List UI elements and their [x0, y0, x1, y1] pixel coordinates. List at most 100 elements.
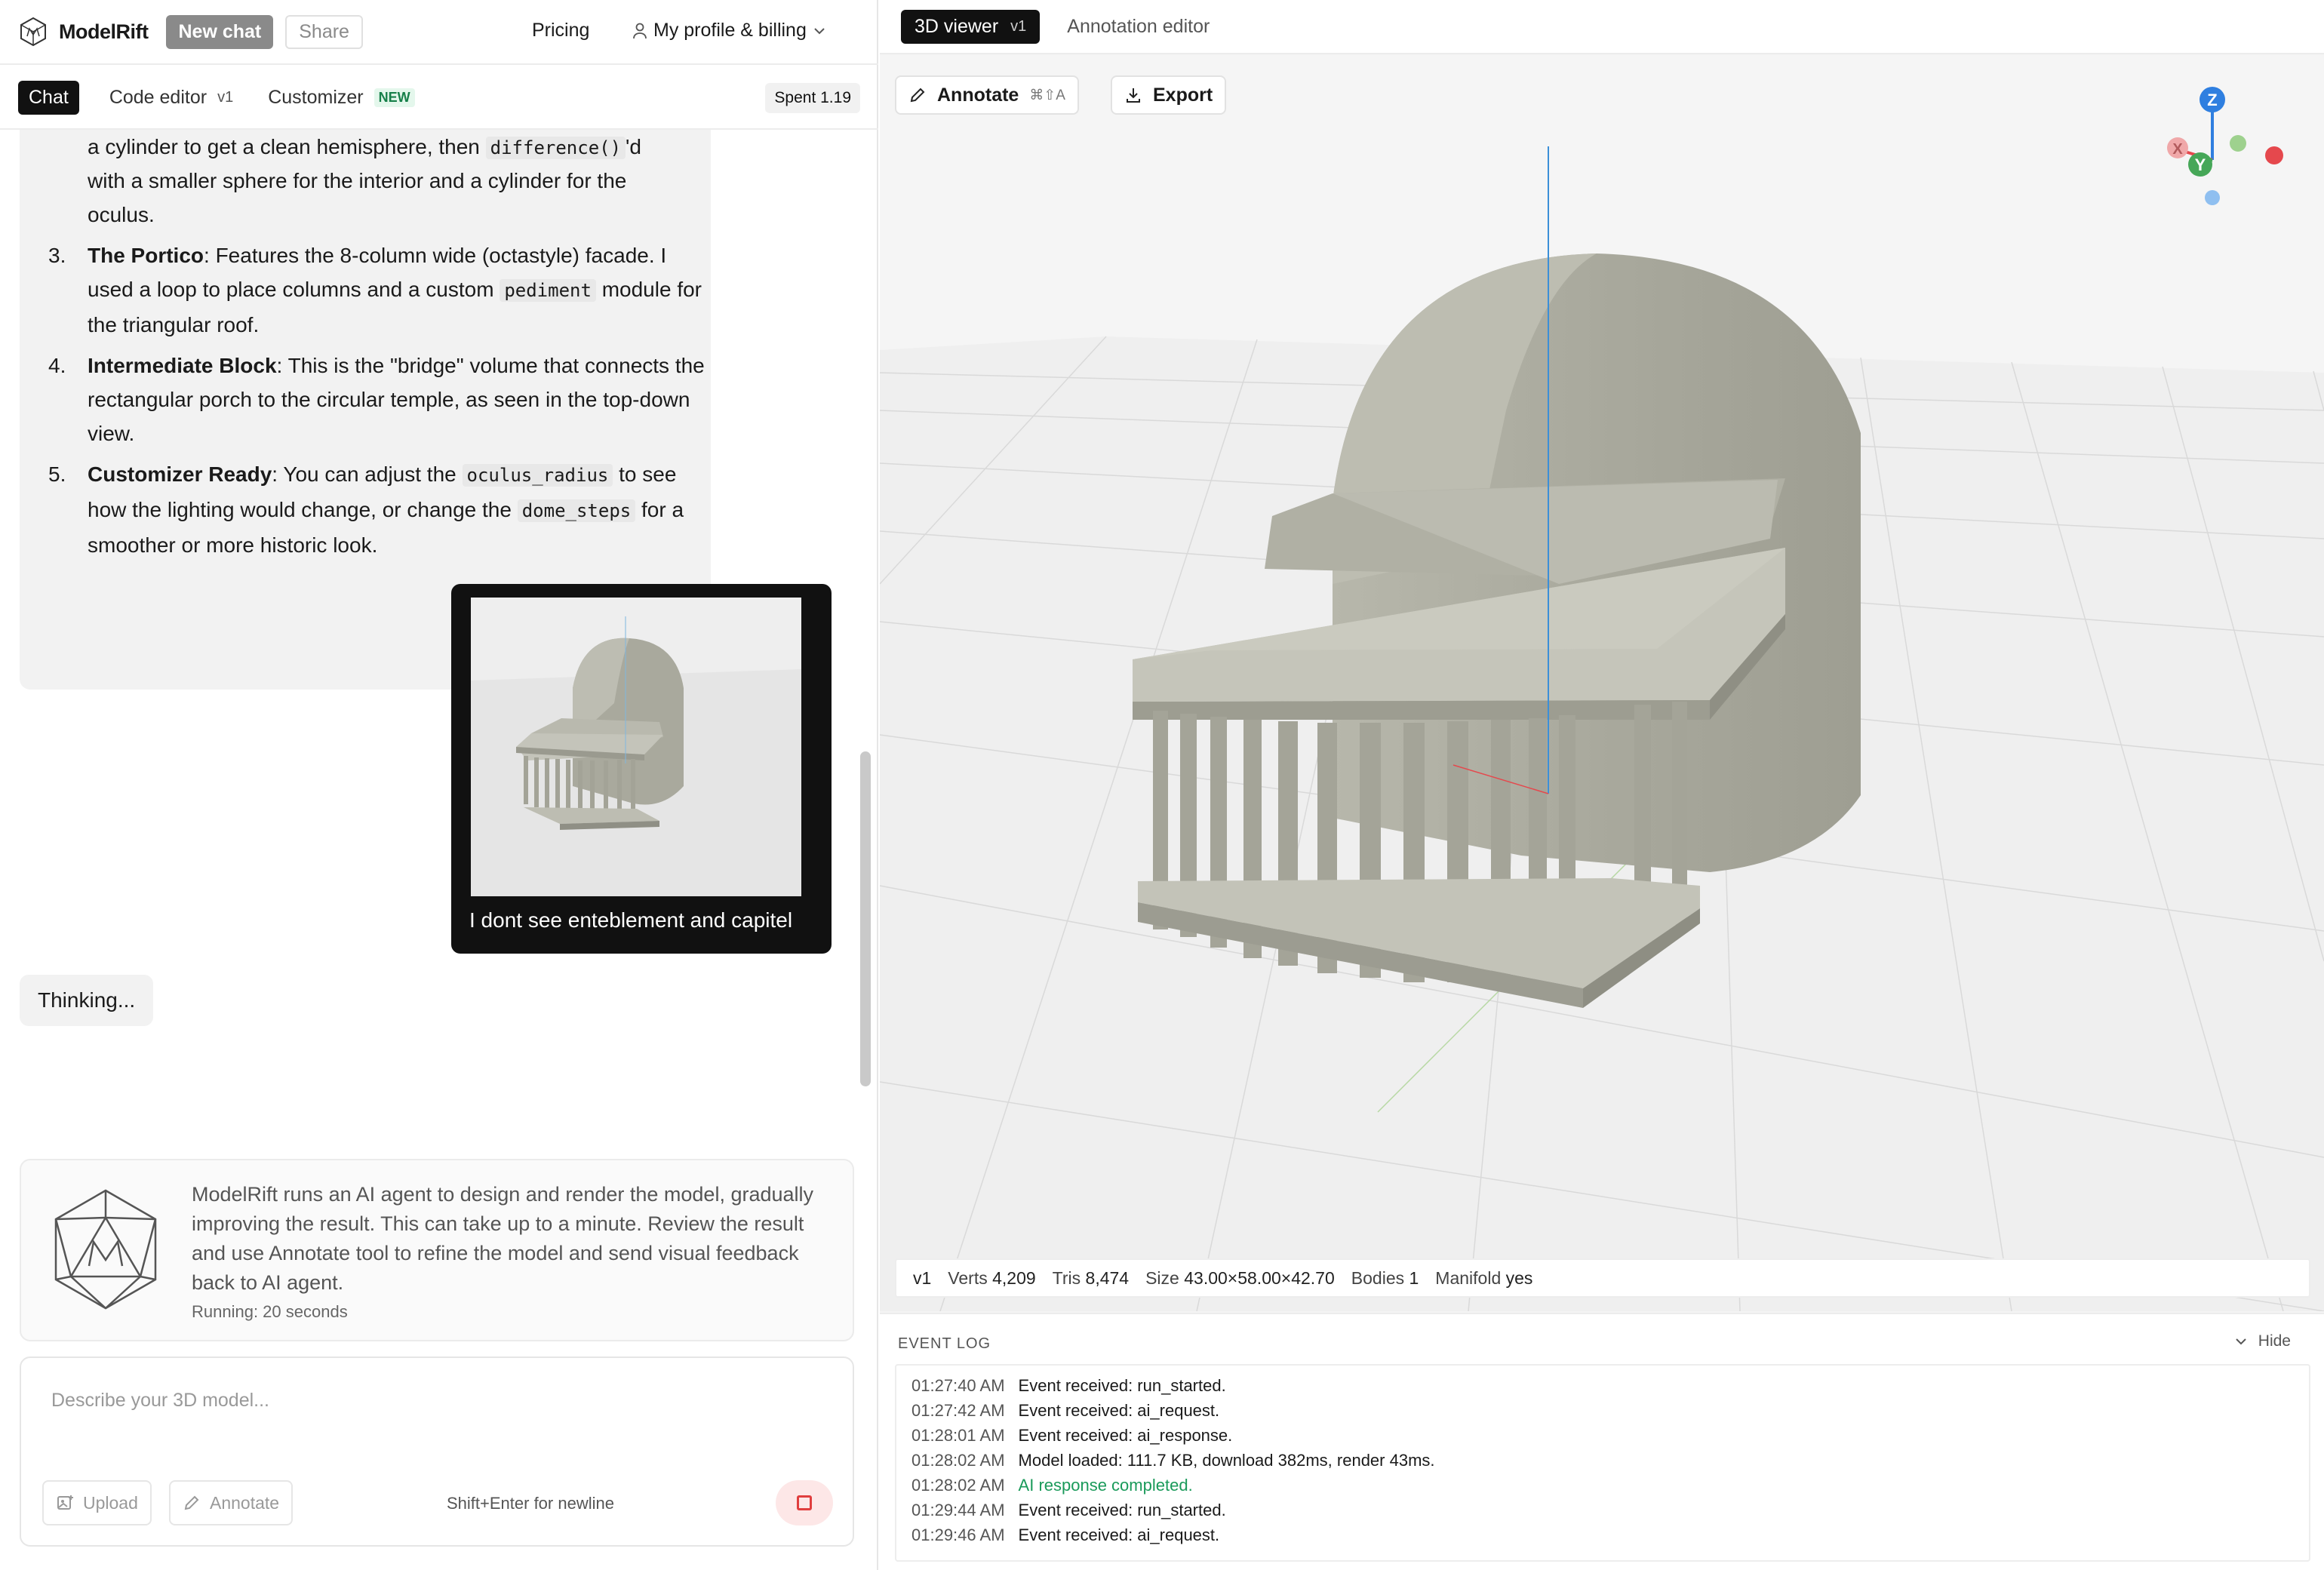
user-message: I dont see enteblement and capitel: [451, 584, 832, 954]
z-axis-label: Z: [2207, 91, 2217, 109]
tab-annotation-editor[interactable]: Annotation editor: [1067, 16, 1210, 38]
model-stats-bar: v1 Verts 4,209 Tris 8,474 Size 43.00×58.…: [895, 1258, 2310, 1298]
event-message: Event received: ai_response.: [1018, 1426, 1233, 1445]
tab-customizer[interactable]: Customizer NEW: [268, 86, 415, 109]
profile-menu[interactable]: My profile & billing: [632, 20, 826, 41]
event-log-title: EVENT LOG: [898, 1335, 991, 1352]
tab-chat[interactable]: Chat: [18, 80, 79, 115]
inline-code: dome_steps: [517, 499, 636, 522]
inline-code: pediment: [500, 279, 596, 302]
axis-gizmo[interactable]: Z Y X: [2155, 71, 2306, 222]
inline-code: oculus_radius: [462, 464, 613, 487]
event-message: Event received: ai_request.: [1018, 1401, 1220, 1420]
pricing-link[interactable]: Pricing: [532, 20, 589, 41]
stop-button[interactable]: [776, 1480, 833, 1525]
stats-manifold: Manifold yes: [1435, 1268, 1532, 1289]
event-log: EVENT LOG Hide 01:27:40 AM Event received…: [880, 1313, 2324, 1570]
list-number: 4.: [48, 354, 66, 377]
prompt-input[interactable]: Describe your 3D model...: [51, 1390, 269, 1412]
message-composer: Describe your 3D model... Upload Annotat…: [20, 1356, 854, 1547]
version-badge: v1: [1010, 17, 1027, 35]
event-time: 01:28:02 AM: [911, 1476, 1005, 1495]
text: oculus.: [88, 203, 155, 226]
event-message: Event received: run_started.: [1018, 1501, 1226, 1519]
upload-label: Upload: [83, 1492, 138, 1513]
annotate-tool-button[interactable]: Annotate ⌘⇧A: [895, 75, 1079, 115]
chat-messages[interactable]: a cylinder to get a clean hemisphere, th…: [0, 130, 859, 1133]
stats-verts: Verts 4,209: [948, 1268, 1035, 1289]
upload-button[interactable]: Upload: [42, 1480, 152, 1525]
logo-icon: [20, 17, 46, 47]
size-label: Size: [1145, 1267, 1179, 1288]
event-log-row: 01:28:02 AM Model loaded: 111.7 KB, downl…: [911, 1448, 2294, 1473]
tab-customizer-label: Customizer: [268, 86, 364, 108]
new-chat-button[interactable]: New chat: [166, 14, 274, 49]
tab-chat-label: Chat: [29, 86, 69, 108]
stats-tris: Tris 8,474: [1053, 1268, 1129, 1289]
brand-name: ModelRift: [59, 20, 149, 43]
tab-3d-viewer[interactable]: 3D viewer v1: [901, 9, 1041, 44]
event-time: 01:29:46 AM: [911, 1525, 1005, 1544]
y-axis-label: Y: [2195, 155, 2206, 174]
event-time: 01:27:40 AM: [911, 1376, 1005, 1395]
x-axis-label: X: [2172, 141, 2183, 158]
list-number: 3.: [48, 244, 66, 267]
agent-status-card: ModelRift runs an AI agent to design and…: [20, 1159, 854, 1341]
item-title: Customizer Ready: [88, 462, 272, 486]
event-message: Event received: run_started.: [1018, 1376, 1226, 1395]
share-button[interactable]: Share: [285, 14, 363, 49]
event-message: AI response completed.: [1018, 1476, 1193, 1495]
event-log-row: 01:27:42 AM Event received: ai_request.: [911, 1398, 2294, 1423]
manifold-value: yes: [1505, 1267, 1533, 1288]
download-icon: [1127, 88, 1140, 103]
hide-label: Hide: [2258, 1332, 2291, 1350]
user-icon: [633, 23, 647, 38]
annotate-label: Annotate: [210, 1492, 280, 1513]
viewer-tabs: 3D viewer v1 Annotation editor: [880, 0, 2324, 54]
event-message: Event received: ai_request.: [1018, 1525, 1220, 1544]
event-log-list[interactable]: 01:27:40 AM Event received: run_started. 0…: [895, 1364, 2310, 1562]
new-badge: NEW: [374, 88, 415, 107]
annotate-shortcut: ⌘⇧A: [1029, 87, 1065, 103]
pencil-icon: [184, 1495, 199, 1510]
event-log-row: 01:27:40 AM Event received: run_started.: [911, 1373, 2294, 1398]
chat-panel: ModelRift New chat Share Pricing My prof…: [0, 0, 878, 1570]
verts-label: Verts: [948, 1267, 988, 1288]
chat-scrollbar[interactable]: [860, 751, 871, 1086]
text: with a smaller sphere for the interior a…: [88, 169, 627, 192]
event-message: Model loaded: 111.7 KB, download 382ms, …: [1018, 1451, 1435, 1470]
bodies-value: 1: [1409, 1267, 1419, 1288]
version-badge: v1: [217, 88, 234, 106]
event-log-row: 01:28:02 AM AI response completed.: [911, 1473, 2294, 1498]
text: a cylinder to get a clean hemisphere, th…: [88, 135, 486, 158]
item-title: Intermediate Block: [88, 354, 277, 377]
event-time: 01:28:02 AM: [911, 1451, 1005, 1470]
size-value: 43.00×58.00×42.70: [1184, 1267, 1335, 1288]
export-label: Export: [1153, 84, 1213, 106]
annotate-tool-label: Annotate: [937, 84, 1019, 106]
hide-log-button[interactable]: Hide: [2234, 1332, 2291, 1350]
annotate-button[interactable]: Annotate: [169, 1480, 294, 1525]
event-time: 01:27:42 AM: [911, 1401, 1005, 1420]
tab-code-editor-label: Code editor: [109, 86, 208, 108]
text: 'd: [626, 135, 641, 158]
newline-hint: Shift+Enter for newline: [447, 1494, 614, 1513]
event-log-row: 01:29:44 AM Event received: run_started.: [911, 1498, 2294, 1522]
agent-info-text: ModelRift runs an AI agent to design and…: [192, 1183, 814, 1294]
user-message-text: I dont see enteblement and capitel: [469, 908, 793, 932]
verts-value: 4,209: [992, 1267, 1036, 1288]
event-time: 01:29:44 AM: [911, 1501, 1005, 1519]
event-time: 01:28:01 AM: [911, 1426, 1005, 1445]
stats-version: v1: [913, 1267, 932, 1288]
bodies-label: Bodies: [1351, 1267, 1405, 1288]
stats-bodies: Bodies 1: [1351, 1268, 1419, 1289]
spent-badge: Spent 1.19: [765, 83, 860, 113]
event-log-row: 01:28:01 AM Event received: ai_response.: [911, 1423, 2294, 1448]
attached-screenshot[interactable]: [471, 598, 801, 896]
stop-icon: [797, 1495, 812, 1510]
tab-code-editor[interactable]: Code editor v1: [109, 87, 233, 109]
model-thumbnail: [471, 598, 801, 896]
3d-viewport[interactable]: Annotate ⌘⇧A Export Z Y X v1 Verts 4,209…: [880, 56, 2324, 1311]
tris-label: Tris: [1052, 1267, 1081, 1288]
export-button[interactable]: Export: [1111, 75, 1227, 115]
